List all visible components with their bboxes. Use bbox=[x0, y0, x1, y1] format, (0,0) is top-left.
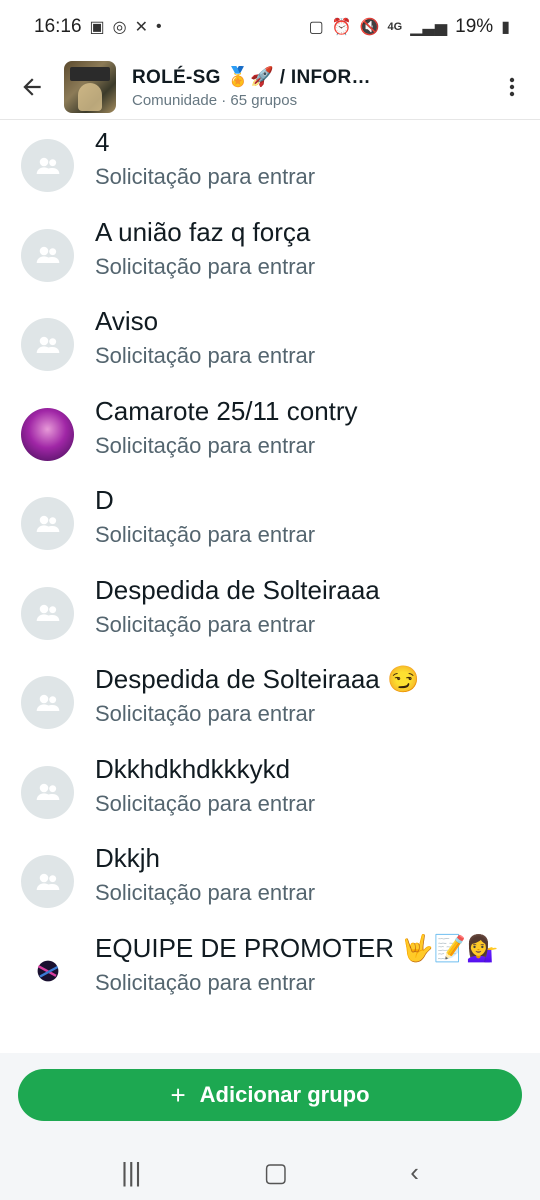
system-nav-bar: ||| ▢ ‹ bbox=[0, 1145, 540, 1200]
group-status: Solicitação para entrar bbox=[95, 522, 316, 547]
group-row[interactable]: Camarote 25/11 contry Solicitação para en… bbox=[0, 390, 540, 479]
community-subtitle: Comunidade · 65 grupos bbox=[132, 91, 298, 109]
notification-dot: • bbox=[156, 18, 162, 35]
alarm-icon: ⏰ bbox=[331, 19, 352, 36]
group-icon bbox=[21, 676, 74, 729]
group-name: Despedida de Solteiraaa bbox=[95, 574, 380, 605]
mute-icon: 🔇 bbox=[359, 19, 380, 36]
group-icon bbox=[21, 139, 74, 192]
group-row[interactable]: Despedida de Solteiraaa 😏 Solicitação par… bbox=[0, 658, 540, 747]
group-name: 4 bbox=[95, 127, 110, 157]
group-status: Solicitação para entrar bbox=[95, 164, 316, 189]
group-status: Solicitação para entrar bbox=[95, 343, 316, 368]
group-row[interactable]: Dkkhdkhdkkkykd Solicitação para entrar bbox=[0, 748, 540, 837]
group-name: Dkkjh bbox=[95, 843, 161, 873]
plus-icon: + bbox=[170, 1079, 186, 1110]
community-avatar[interactable] bbox=[64, 60, 116, 113]
group-row[interactable]: D Solicitação para entrar bbox=[0, 479, 540, 568]
group-row[interactable]: EQUIPE DE PROMOTER 🤟📝💁‍♀️ Solicitação par… bbox=[0, 927, 540, 1016]
add-group-button[interactable]: + Adicionar grupo bbox=[18, 1069, 522, 1121]
group-status: Solicitação para entrar bbox=[95, 969, 316, 995]
home-icon[interactable]: ▢ bbox=[264, 1157, 289, 1188]
network-label: 4G bbox=[387, 21, 403, 33]
group-row[interactable]: 4 Solicitação para entrar bbox=[0, 121, 540, 210]
group-icon bbox=[21, 497, 74, 550]
group-icon bbox=[21, 855, 74, 908]
header-title-area[interactable]: ROLÉ-SG 🏅🚀 / INFOR… Comunidade · 65 grup… bbox=[132, 65, 484, 109]
status-bar: 16:16 ▣ ◎ ✕ • ▢ ⏰ 🔇 4G ▁▃▅ 19% ▮ bbox=[0, 0, 540, 54]
group-name: EQUIPE DE PROMOTER 🤟📝💁‍♀️ bbox=[95, 932, 499, 963]
group-status: Solicitação para entrar bbox=[95, 253, 316, 279]
group-row[interactable]: Aviso Solicitação para entrar bbox=[0, 300, 540, 389]
back-nav-icon[interactable]: ‹ bbox=[410, 1157, 419, 1188]
add-group-label: Adicionar grupo bbox=[199, 1082, 370, 1107]
group-row[interactable]: Dkkjh Solicitação para entrar bbox=[0, 837, 540, 926]
group-name: A união faz q força bbox=[95, 216, 311, 247]
group-status: Solicitação para entrar bbox=[95, 701, 316, 726]
group-photo bbox=[21, 944, 74, 998]
more-vertical-icon[interactable] bbox=[484, 54, 540, 120]
battery-icon: ▮ bbox=[501, 19, 510, 36]
community-title: ROLÉ-SG 🏅🚀 / INFOR… bbox=[132, 66, 371, 88]
group-name: Despedida de Solteiraaa 😏 bbox=[95, 664, 420, 694]
whatsapp-icon: ◎ bbox=[112, 19, 127, 36]
group-row[interactable]: A união faz q força Solicitação para entr… bbox=[0, 211, 540, 300]
group-name: Aviso bbox=[95, 306, 159, 336]
group-name: Camarote 25/11 contry bbox=[95, 395, 358, 426]
group-icon bbox=[21, 318, 74, 371]
group-icon bbox=[21, 586, 74, 640]
group-status: Solicitação para entrar bbox=[95, 880, 316, 905]
missed-call-icon: ✕ bbox=[134, 19, 149, 36]
footer: + Adicionar grupo ||| ▢ ‹ bbox=[0, 1053, 540, 1200]
group-list[interactable]: 4 Solicitação para entrar A união faz q fo… bbox=[0, 121, 540, 1053]
gallery-icon: ▣ bbox=[89, 19, 105, 36]
signal-icon: ▁▃▅ bbox=[410, 19, 448, 36]
group-status: Solicitação para entrar bbox=[95, 432, 316, 458]
group-icon bbox=[21, 765, 74, 819]
group-name: D bbox=[95, 485, 114, 515]
clock: 16:16 bbox=[34, 16, 82, 37]
app-bar: ROLÉ-SG 🏅🚀 / INFOR… Comunidade · 65 grup… bbox=[0, 54, 540, 120]
group-icon bbox=[21, 228, 74, 282]
group-row[interactable]: Despedida de Solteiraaa Solicitação para … bbox=[0, 569, 540, 658]
group-name: Dkkhdkhdkkkykd bbox=[95, 753, 291, 784]
group-photo bbox=[21, 407, 74, 461]
recent-apps-icon[interactable]: ||| bbox=[121, 1157, 141, 1188]
battery-percent: 19% bbox=[455, 16, 494, 37]
group-status: Solicitação para entrar bbox=[95, 790, 316, 816]
back-arrow-icon[interactable] bbox=[0, 54, 64, 120]
group-status: Solicitação para entrar bbox=[95, 611, 316, 637]
lock-icon: ▢ bbox=[308, 19, 324, 36]
